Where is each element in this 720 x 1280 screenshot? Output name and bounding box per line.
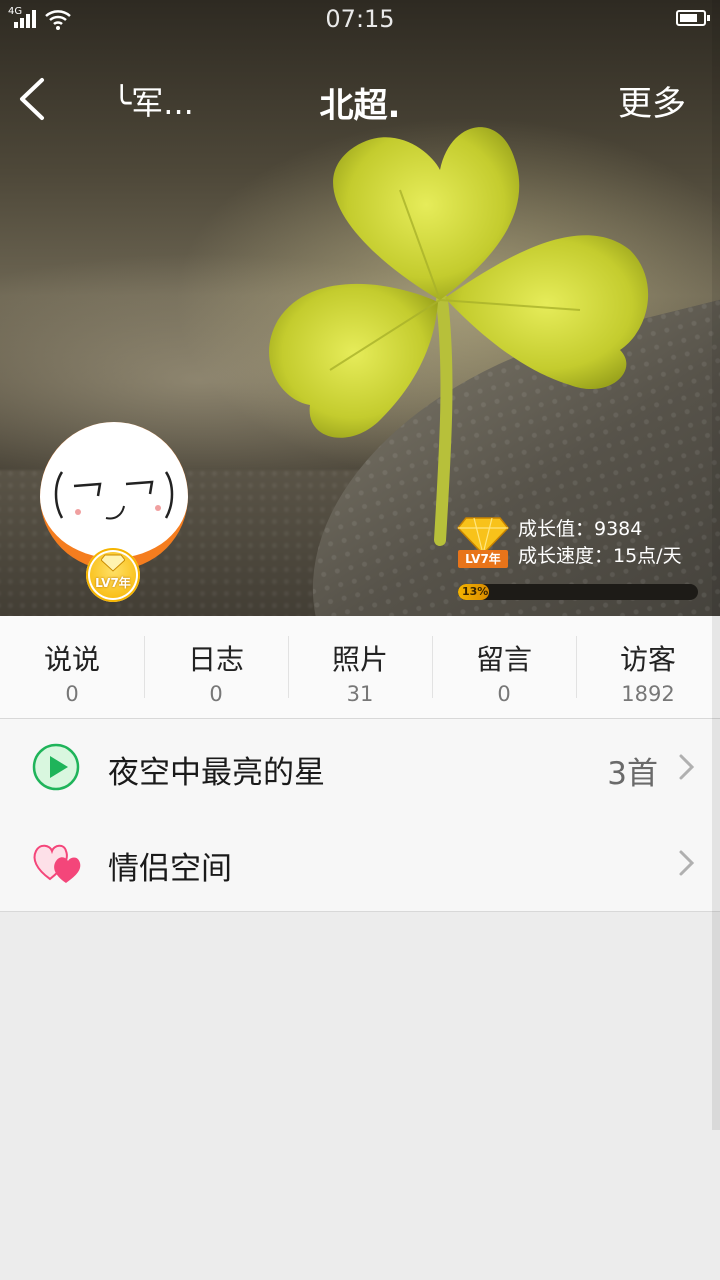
profile-avatar[interactable]: LV7年 [40,422,188,602]
stat-label: 日志 [187,643,244,676]
cover-image[interactable]: 4G 07:15 ╰军... 北超. 更多 LV7年 LV7年 成长值：9384… [0,0,720,616]
stat-count: 0 [209,682,223,706]
avatar-level-text: LV7年 [95,576,131,590]
stat-count: 0 [65,682,79,706]
clock: 07:15 [325,5,395,33]
avatar-level-badge: LV7年 [86,548,140,602]
meme-face-icon [54,471,174,520]
music-count: 3首 [607,756,658,792]
more-button[interactable]: 更多 [618,76,686,125]
growth-value: 成长值：9384 [518,518,643,540]
stat-label: 说说 [43,643,100,676]
stat-count: 0 [497,682,511,706]
chevron-right-icon [679,850,695,876]
stat-count: 1892 [621,682,675,706]
stat-count: 31 [346,682,374,706]
couple-space-label: 情侣空间 [108,851,232,887]
growth-level-label: LV7年 [458,550,508,568]
top-nav: ╰军... 北超. 更多 [0,62,720,138]
stat-shuoshuo[interactable]: 说说 0 [0,616,144,718]
growth-progress-bar: 13% [458,584,698,600]
stat-photos[interactable]: 照片 31 [288,616,432,718]
avatar [40,422,188,558]
growth-panel[interactable]: LV7年 成长值：9384 成长速度：15点/天 13% [456,514,706,606]
play-icon [32,743,80,791]
scrollbar[interactable] [712,0,720,1130]
clover-illustration [269,127,649,546]
growth-progress-label: 13% [462,585,489,598]
diamond-icon [101,554,125,572]
stat-label: 留言 [475,643,532,676]
double-heart-icon [33,844,81,883]
stat-blog[interactable]: 日志 0 [144,616,288,718]
stat-label: 照片 [331,643,388,676]
stat-visitors[interactable]: 访客 1892 [576,616,720,718]
stat-label: 访客 [619,643,676,676]
status-bar: 4G 07:15 [0,0,720,40]
music-label: 夜空中最亮的星 [108,755,325,791]
stat-messages[interactable]: 留言 0 [432,616,576,718]
couple-space-row[interactable]: 情侣空间 [0,815,720,912]
chevron-right-icon [679,754,695,780]
battery-icon [676,10,710,26]
music-row[interactable]: 夜空中最亮的星 3首 [0,719,720,816]
page-title: 北超. [319,86,401,126]
stats-bar: 说说 0 日志 0 照片 31 留言 0 访客 1892 [0,616,720,719]
growth-speed: 成长速度：15点/天 [518,545,682,567]
